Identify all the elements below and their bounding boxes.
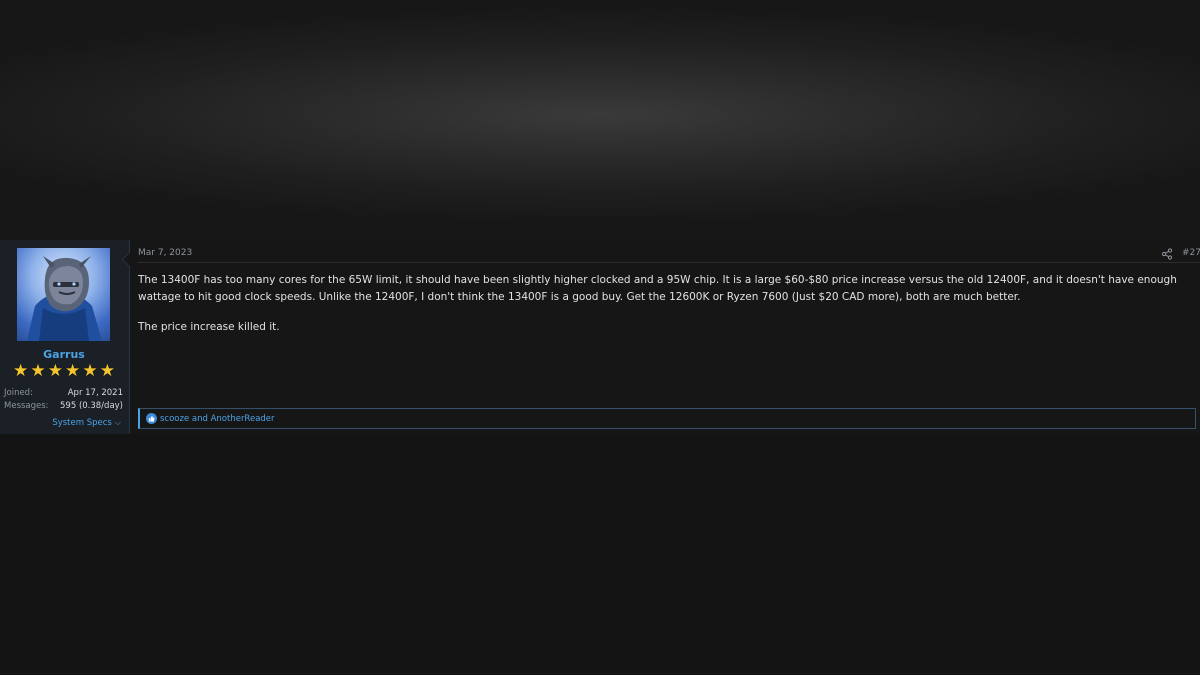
post-body: The 13400F has too many cores for the 65… <box>138 272 1198 350</box>
post-number-link[interactable]: #27 <box>1182 248 1200 258</box>
reactions-list-link[interactable]: scooze and AnotherReader <box>160 414 275 424</box>
star-icon: ★ <box>47 361 63 381</box>
messages-row: Messages: 595 (0.38/day) <box>4 401 123 411</box>
thumbs-up-icon <box>146 413 157 424</box>
user-info-panel: Garrus ★ ★ ★ ★ ★ ★ Joined: Apr 17, 2021 … <box>0 240 130 434</box>
joined-row: Joined: Apr 17, 2021 <box>4 388 123 398</box>
star-icon: ★ <box>30 361 46 381</box>
forum-post: Garrus ★ ★ ★ ★ ★ ★ Joined: Apr 17, 2021 … <box>0 240 1200 434</box>
share-icon[interactable] <box>1161 248 1173 260</box>
joined-value: Apr 17, 2021 <box>67 388 123 398</box>
system-specs-link[interactable]: System Specs ⌵ <box>52 418 121 428</box>
joined-label: Joined: <box>4 388 33 398</box>
post-content: Mar 7, 2023 #27 The 13400F has too many … <box>138 240 1200 434</box>
avatar-image <box>27 256 102 341</box>
messages-value: 595 (0.38/day) <box>60 401 123 411</box>
post-divider <box>138 262 1200 263</box>
star-icon: ★ <box>82 361 98 381</box>
star-icon: ★ <box>65 361 81 381</box>
header-banner <box>0 0 1200 240</box>
forum-page: Garrus ★ ★ ★ ★ ★ ★ Joined: Apr 17, 2021 … <box>0 0 1200 675</box>
star-icon: ★ <box>99 361 115 381</box>
reactions-bar: scooze and AnotherReader <box>138 408 1196 429</box>
post-paragraph: The price increase killed it. <box>138 321 280 333</box>
star-icon: ★ <box>13 361 29 381</box>
avatar[interactable] <box>17 248 110 341</box>
username[interactable]: Garrus <box>0 348 128 361</box>
post-paragraph: The 13400F has too many cores for the 65… <box>138 274 1177 303</box>
messages-label: Messages: <box>4 401 49 411</box>
post-date[interactable]: Mar 7, 2023 <box>138 248 192 258</box>
user-rating-stars: ★ ★ ★ ★ ★ ★ <box>13 362 115 380</box>
